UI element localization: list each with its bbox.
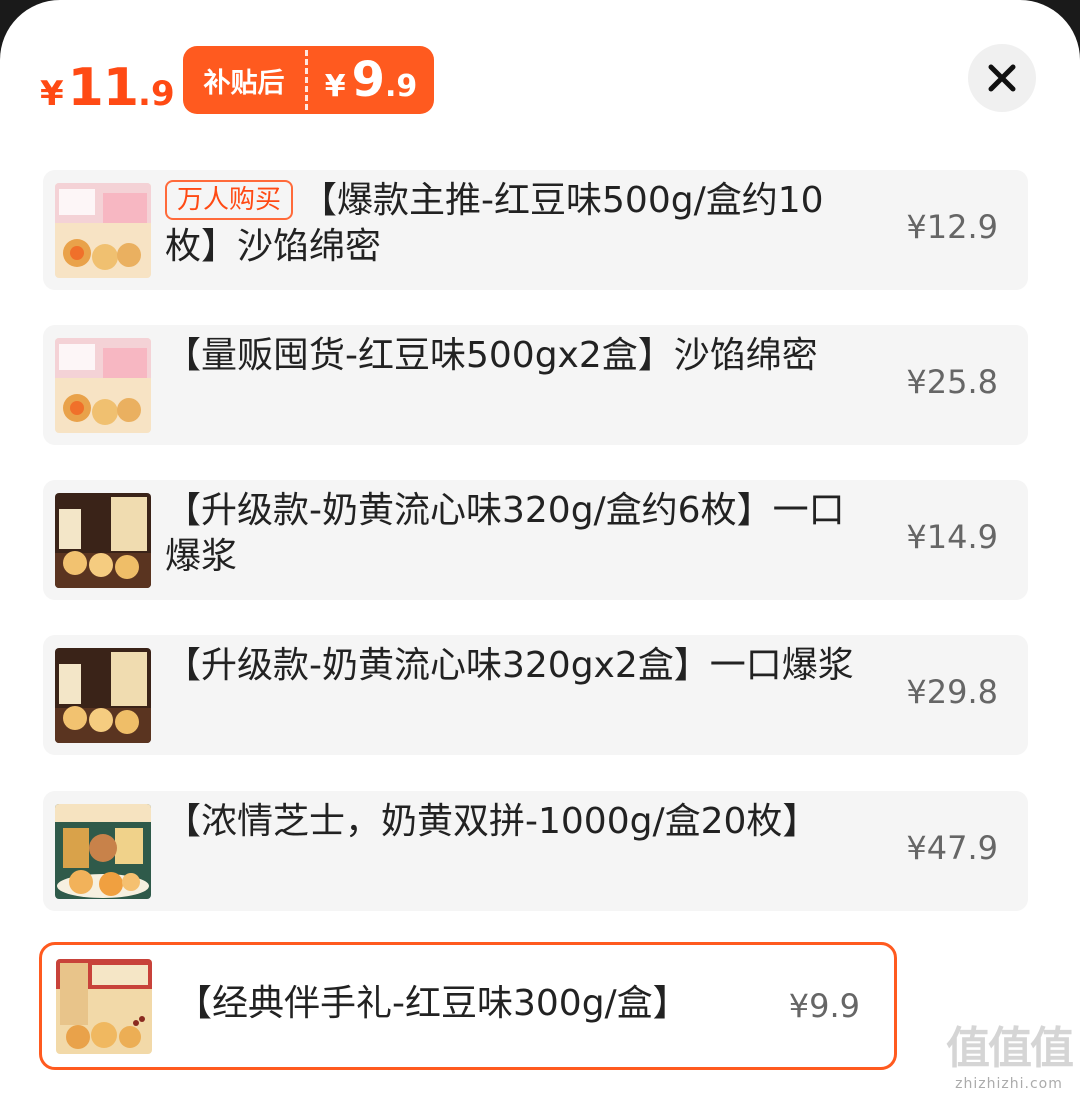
- subsidy-price-badge: 补贴后 ¥ 9 .9: [183, 46, 434, 114]
- close-button[interactable]: [968, 44, 1036, 112]
- sku-price: ¥14.9: [906, 518, 998, 556]
- sku-thumbnail: [56, 959, 152, 1054]
- subsidy-currency: ¥: [324, 69, 346, 104]
- sku-name: 万人购买 【爆款主推-红豆味500g/盒约10枚】沙馅绵密: [165, 178, 865, 270]
- sku-name: 【浓情芝士，奶黄双拼-1000g/盒20枚】: [165, 801, 819, 842]
- sku-price: ¥9.9: [788, 987, 860, 1025]
- sku-option-4[interactable]: 【升级款-奶黄流心味320gx2盒】一口爆浆 ¥29.8: [43, 635, 1028, 755]
- sku-option-2[interactable]: 【量贩囤货-红豆味500gx2盒】沙馅绵密 ¥25.8: [43, 325, 1028, 445]
- hot-badge: 万人购买: [165, 180, 294, 220]
- sku-name: 【量贩囤货-红豆味500gx2盒】沙馅绵密: [165, 335, 818, 376]
- price-currency: ¥: [40, 74, 64, 114]
- watermark-logo: 值值值: [946, 1023, 1074, 1074]
- current-price: ¥ 11 .9: [40, 58, 175, 118]
- sku-name: 【升级款-奶黄流心味320gx2盒】一口爆浆: [165, 645, 854, 686]
- sku-thumbnail: [55, 493, 151, 588]
- sku-thumbnail: [55, 338, 151, 433]
- sku-option-1[interactable]: 万人购买 【爆款主推-红豆味500g/盒约10枚】沙馅绵密 ¥12.9: [43, 170, 1028, 290]
- sku-thumbnail: [55, 183, 151, 278]
- close-icon: [988, 64, 1016, 92]
- sku-option-3[interactable]: 【升级款-奶黄流心味320g/盒约6枚】一口爆浆 ¥14.9: [43, 480, 1028, 600]
- sku-price: ¥25.8: [906, 363, 998, 401]
- price-decimal: .9: [138, 74, 175, 114]
- sku-thumbnail: [55, 804, 151, 899]
- subsidy-decimal: .9: [385, 69, 418, 104]
- watermark: 值值值 zhizhizhi.com: [946, 1012, 1074, 1092]
- sku-price: ¥29.8: [906, 673, 998, 711]
- sku-name: 【经典伴手礼-红豆味300g/盒】: [176, 983, 689, 1024]
- sku-selector-sheet: ¥ 11 .9 补贴后 ¥ 9 .9 万人购买 【爆款主推-红豆味500g/盒约…: [0, 0, 1080, 1102]
- sku-name: 【升级款-奶黄流心味320g/盒约6枚】一口爆浆: [165, 490, 845, 577]
- subsidy-integer: 9: [351, 52, 385, 108]
- sku-option-6[interactable]: 【经典伴手礼-红豆味300g/盒】 ¥9.9: [39, 942, 897, 1070]
- sku-price: ¥47.9: [906, 829, 998, 867]
- subsidy-label: 补贴后: [203, 67, 285, 99]
- sku-thumbnail: [55, 648, 151, 743]
- subsidy-price: ¥ 9 .9: [308, 52, 434, 108]
- sku-option-5[interactable]: 【浓情芝士，奶黄双拼-1000g/盒20枚】 ¥47.9: [43, 791, 1028, 911]
- watermark-url: zhizhizhi.com: [955, 1076, 1063, 1092]
- sku-price: ¥12.9: [906, 208, 998, 246]
- price-integer: 11: [67, 58, 139, 118]
